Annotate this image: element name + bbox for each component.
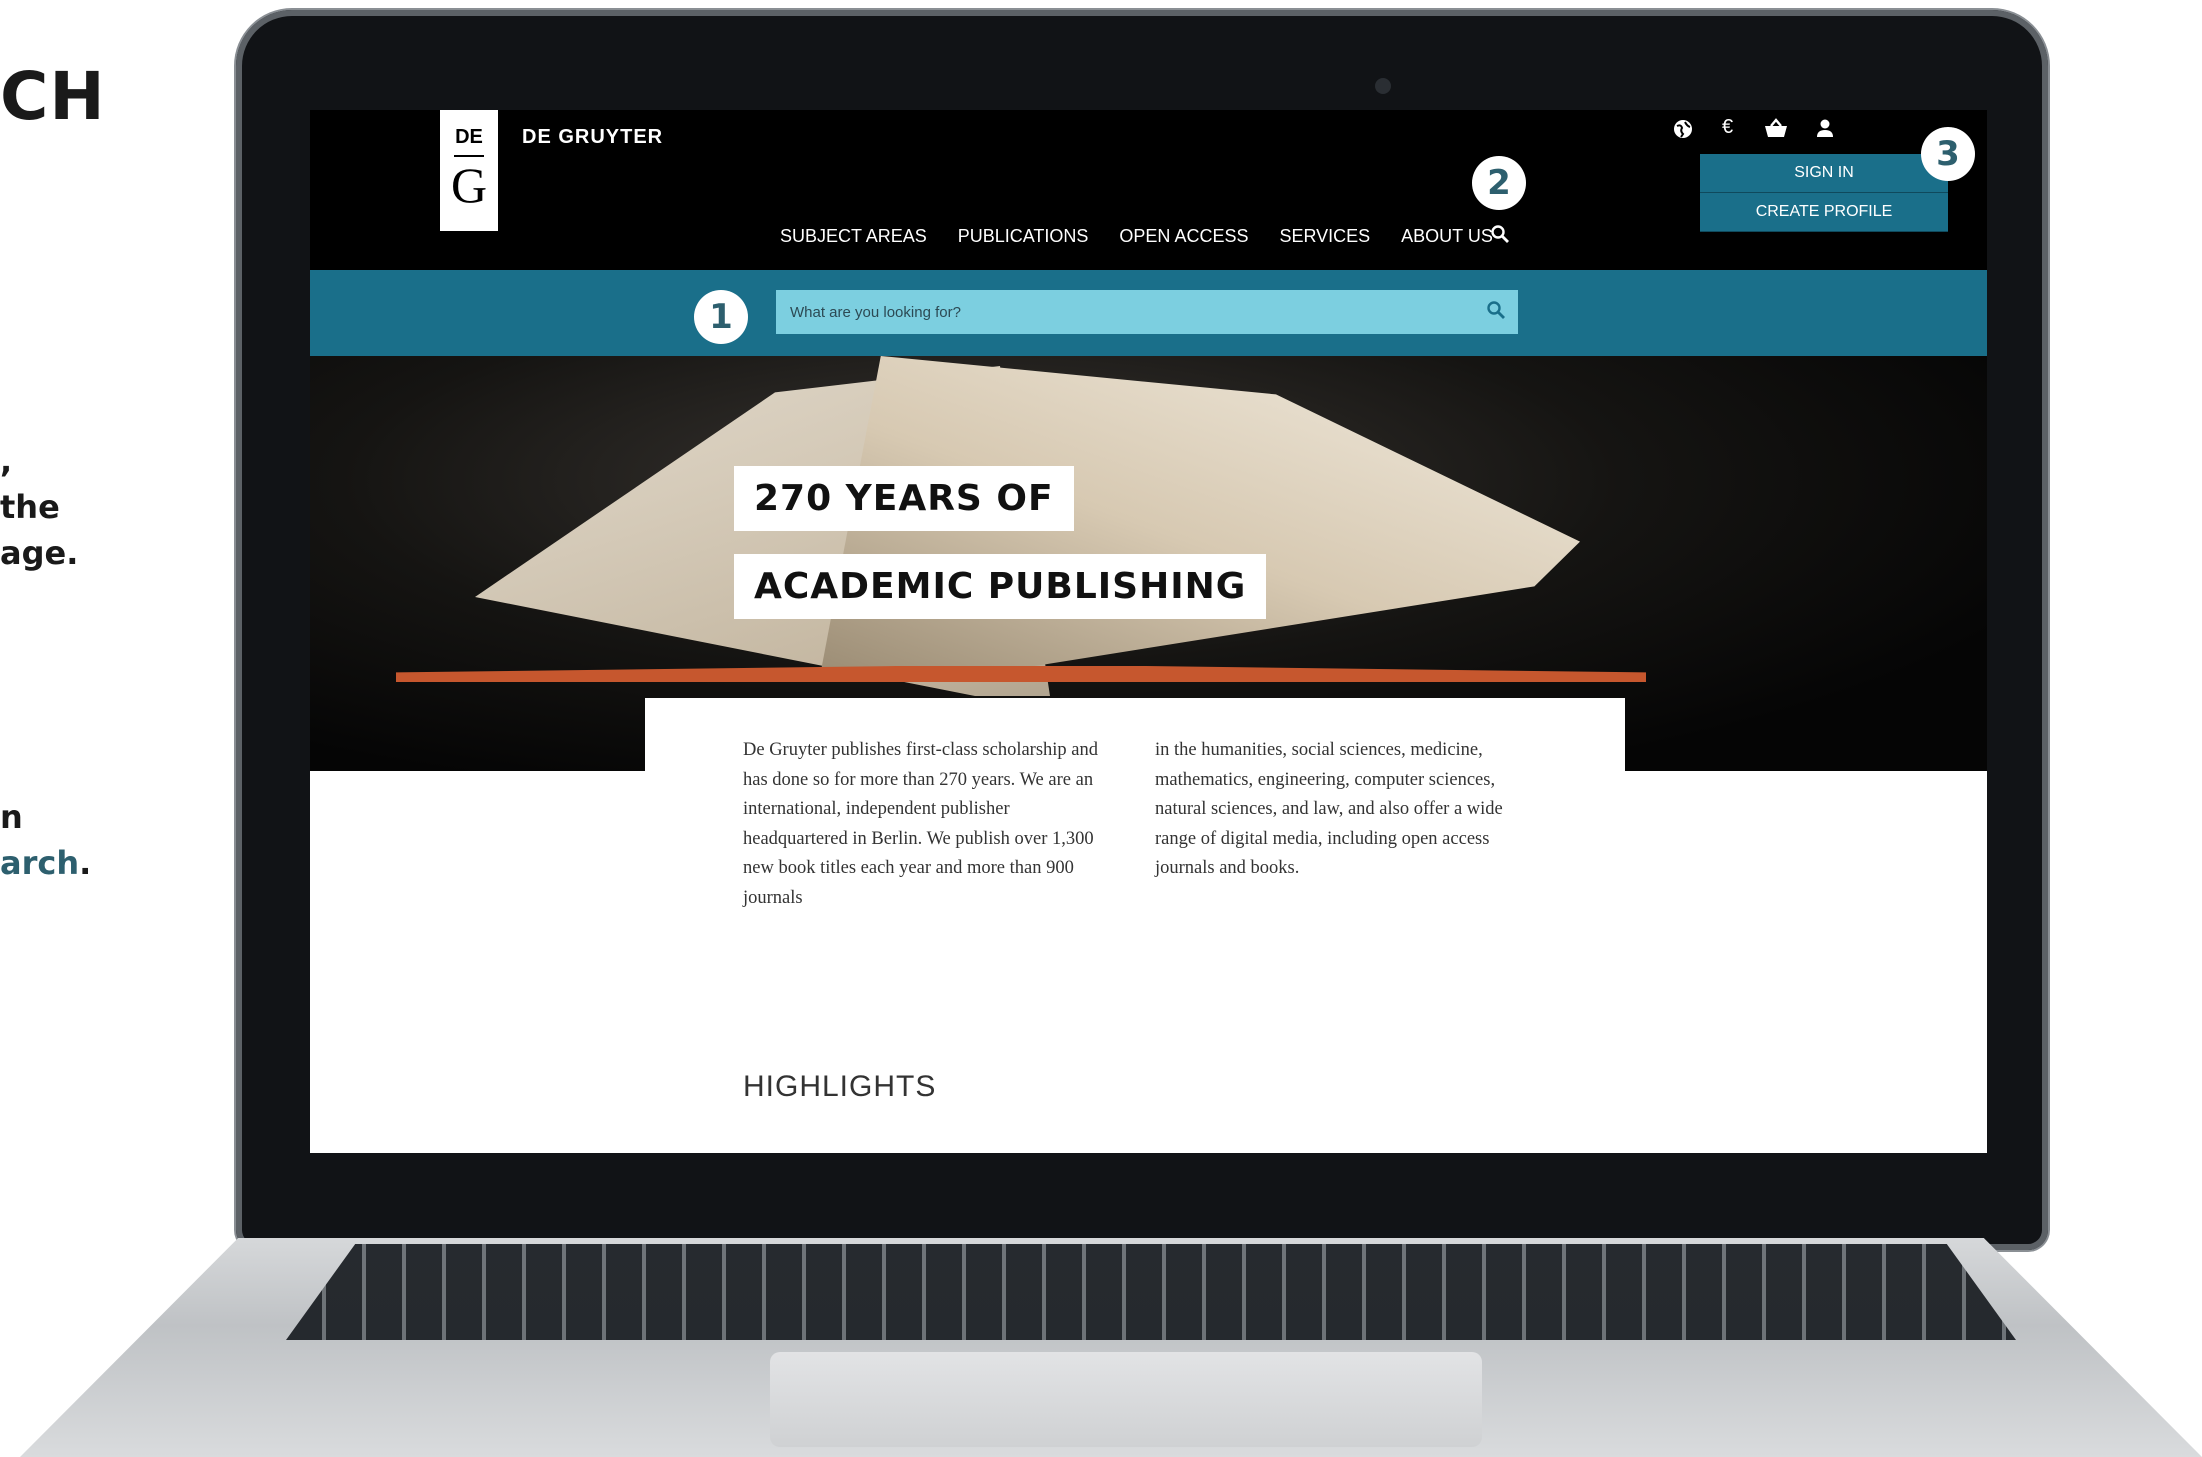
slide-line: n [0, 798, 23, 836]
nav-services[interactable]: SERVICES [1279, 226, 1370, 247]
slide-line: the [0, 488, 60, 526]
intro-text-column-2: in the humanities, social sciences, medi… [1155, 740, 1503, 878]
search-icon[interactable] [1490, 224, 1510, 250]
slide-paragraph-fragment: , the age. [0, 438, 78, 576]
sign-in-button[interactable]: SIGN IN [1700, 154, 1948, 193]
brand-name[interactable]: DE GRUYTER [522, 126, 663, 149]
slide-line: , [0, 442, 13, 480]
slide-line: age. [0, 534, 79, 572]
book-cover-edge [396, 666, 1646, 682]
euro-icon[interactable]: € [1722, 116, 1733, 139]
hero-tagline-line1: 270 YEARS OF [734, 466, 1074, 531]
slide-line: arch. [0, 840, 91, 886]
user-icon[interactable] [1816, 118, 1834, 144]
callout-badge-2: 2 [1472, 156, 1526, 210]
logo-g-text: G [450, 157, 488, 213]
keyboard [286, 1244, 2016, 1340]
slide-title-fragment: CH [0, 58, 106, 135]
slide-accent-word: arch [0, 844, 80, 882]
hero-tagline-line2: ACADEMIC PUBLISHING [734, 554, 1267, 619]
browser-screen: DE G DE GRUYTER SUBJECT AREAS PUBLICATIO… [310, 110, 1987, 1153]
de-gruyter-logo[interactable]: DE G [440, 110, 498, 231]
site-header: DE G DE GRUYTER SUBJECT AREAS PUBLICATIO… [310, 110, 1987, 270]
highlights-heading: HIGHLIGHTS [743, 1070, 937, 1103]
trackpad [770, 1352, 1482, 1447]
globe-icon[interactable] [1672, 118, 1694, 146]
nav-subject-areas[interactable]: SUBJECT AREAS [780, 226, 927, 247]
nav-publications[interactable]: PUBLICATIONS [958, 226, 1089, 247]
nav-about-us[interactable]: ABOUT US [1401, 226, 1493, 247]
create-profile-button[interactable]: CREATE PROFILE [1700, 193, 1948, 232]
callout-badge-1: 1 [694, 290, 748, 344]
search-submit-icon[interactable] [1486, 300, 1506, 326]
nav-open-access[interactable]: OPEN ACCESS [1119, 226, 1248, 247]
account-panel: SIGN IN CREATE PROFILE [1700, 154, 1948, 232]
search-input[interactable] [776, 290, 1518, 334]
search-bar [310, 270, 1987, 356]
slide-paragraph-fragment-2: n arch. [0, 794, 91, 886]
logo-de-text: DE [455, 126, 483, 148]
intro-text-column-1: De Gruyter publishes first-class scholar… [743, 740, 1099, 908]
slide-punct: . [79, 844, 92, 882]
basket-icon[interactable] [1764, 118, 1788, 144]
main-nav: SUBJECT AREAS PUBLICATIONS OPEN ACCESS S… [780, 226, 1524, 247]
camera-icon [1375, 78, 1391, 94]
callout-badge-3: 3 [1921, 127, 1975, 181]
